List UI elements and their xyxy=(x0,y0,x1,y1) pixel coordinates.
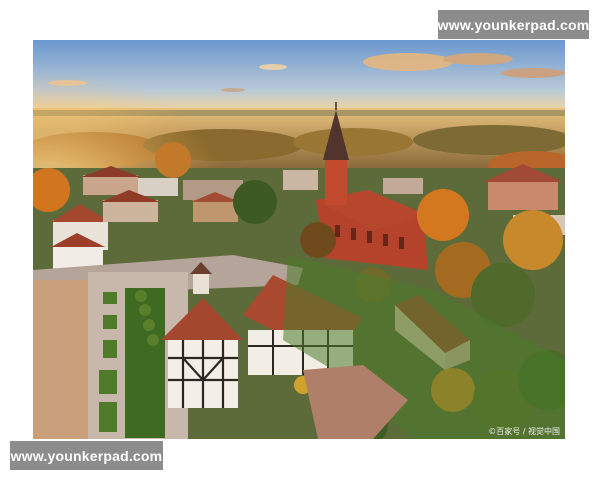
watermark-top: www.younkerpad.com xyxy=(438,10,589,39)
watermark-bottom: www.younkerpad.com xyxy=(10,441,163,470)
photo-credit: ©百家号 / 视觉中国 xyxy=(488,427,560,436)
aerial-town-photo xyxy=(33,40,565,439)
photo-illustration xyxy=(33,40,565,439)
